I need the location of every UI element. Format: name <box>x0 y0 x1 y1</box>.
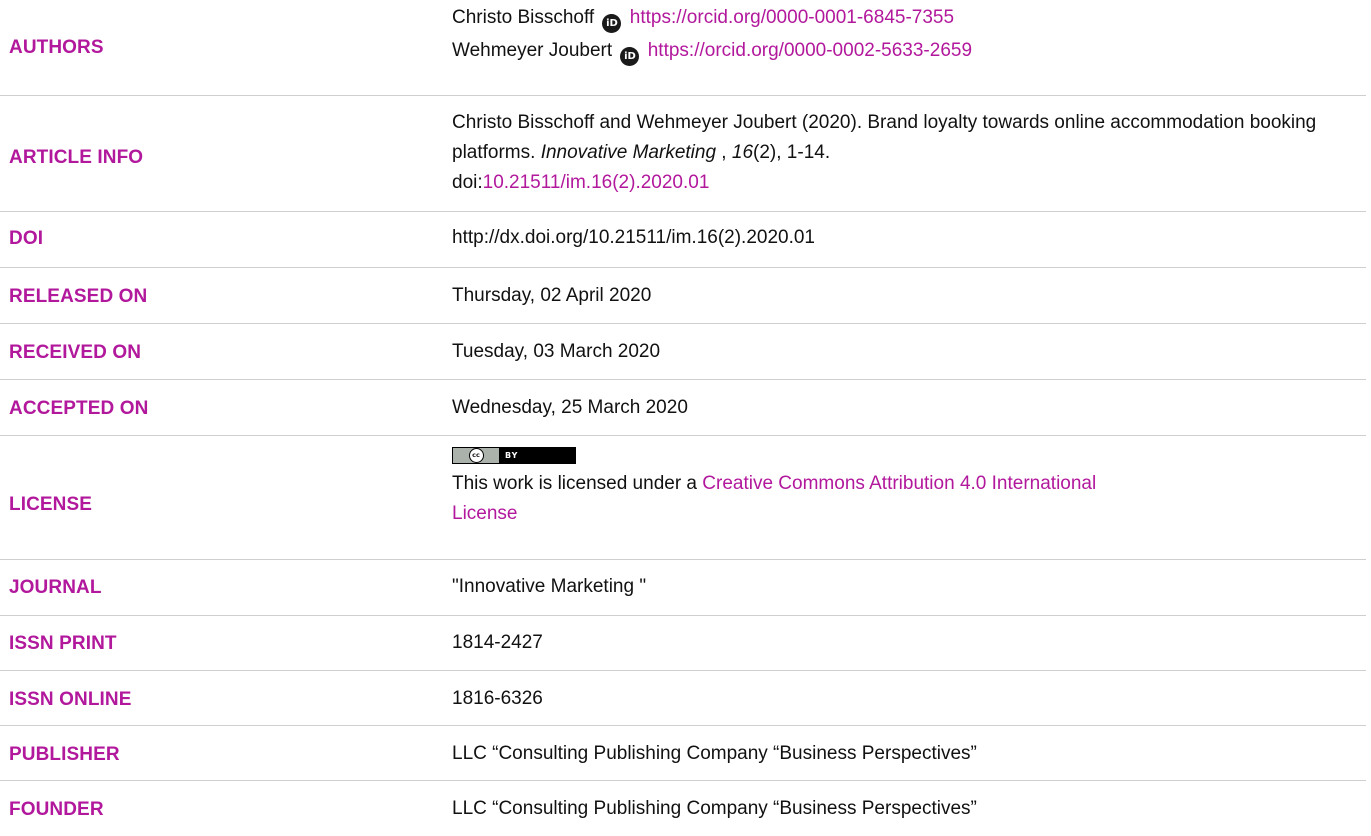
article-info-label: ARTICLE INFO <box>9 147 144 168</box>
issn-online-value: 1816-6326 <box>452 688 543 709</box>
license-content: cc BY This work is licensed under a Crea… <box>452 443 1352 529</box>
founder-value: LLC “Consulting Publishing Company “Busi… <box>452 798 977 819</box>
orcid-link[interactable]: https://orcid.org/0000-0002-5633-2659 <box>648 40 972 61</box>
citation-doi-prefix: doi: <box>452 172 483 193</box>
publisher-row: PUBLISHER LLC “Consulting Publishing Com… <box>0 726 1366 781</box>
article-info-row: ARTICLE INFO Christo Bisschoff and Wehme… <box>0 96 1366 212</box>
citation-volume: 16 <box>731 142 754 163</box>
journal-row: JOURNAL "Innovative Marketing " <box>0 560 1366 616</box>
cc-logo-icon: cc <box>453 448 499 463</box>
released-on-value: Thursday, 02 April 2020 <box>452 285 652 306</box>
issn-print-row: ISSN PRINT 1814-2427 <box>0 616 1366 671</box>
journal-value: "Innovative Marketing " <box>452 576 647 597</box>
citation-issue-pages: (2), 1-14. <box>753 142 831 163</box>
license-link-line1: Creative Commons Attribution 4.0 Interna… <box>702 473 1097 494</box>
accepted-on-row: ACCEPTED ON Wednesday, 25 March 2020 <box>0 380 1366 436</box>
citation-journal: Innovative Marketing <box>540 142 717 163</box>
license-row: LICENSE cc BY This work is licensed unde… <box>0 436 1366 560</box>
doi-label: DOI <box>9 228 44 249</box>
authors-label: AUTHORS <box>9 37 104 58</box>
released-on-label: RELEASED ON <box>9 286 148 307</box>
citation-doi-link[interactable]: 10.21511/im.16(2).2020.01 <box>483 172 710 193</box>
cc-circle-icon: cc <box>468 448 484 463</box>
license-badge-wrap: cc BY <box>452 443 1352 465</box>
orcid-icon: iD <box>620 47 640 66</box>
author-item: Wehmeyer Joubert iD https://orcid.org/00… <box>452 36 972 66</box>
license-label: LICENSE <box>9 494 93 515</box>
authors-row: AUTHORS Christo Bisschoff iD https://orc… <box>0 0 1366 96</box>
publisher-label: PUBLISHER <box>9 744 120 765</box>
founder-row: FOUNDER LLC “Consulting Publishing Compa… <box>0 781 1366 836</box>
author-item: Christo Bisschoff iD https://orcid.org/0… <box>452 3 972 33</box>
article-citation: Christo Bisschoff and Wehmeyer Joubert (… <box>452 108 1352 198</box>
publisher-value: LLC “Consulting Publishing Company “Busi… <box>452 743 977 764</box>
issn-online-label: ISSN ONLINE <box>9 689 132 710</box>
license-text: This work is licensed under a Creative C… <box>452 469 1352 529</box>
issn-online-row: ISSN ONLINE 1816-6326 <box>0 671 1366 726</box>
orcid-link[interactable]: https://orcid.org/0000-0001-6845-7355 <box>630 7 954 28</box>
issn-print-label: ISSN PRINT <box>9 633 117 654</box>
license-text-prefix: This work is licensed under a <box>452 473 703 494</box>
doi-row: DOI http://dx.doi.org/10.21511/im.16(2).… <box>0 212 1366 268</box>
doi-value: http://dx.doi.org/10.21511/im.16(2).2020… <box>452 227 816 248</box>
issn-print-value: 1814-2427 <box>452 632 543 653</box>
accepted-on-label: ACCEPTED ON <box>9 398 149 419</box>
received-on-label: RECEIVED ON <box>9 342 142 363</box>
author-name: Wehmeyer Joubert <box>452 40 613 61</box>
journal-label: JOURNAL <box>9 577 102 598</box>
orcid-icon: iD <box>602 14 622 33</box>
authors-list: Christo Bisschoff iD https://orcid.org/0… <box>452 3 972 66</box>
released-on-row: RELEASED ON Thursday, 02 April 2020 <box>0 268 1366 324</box>
citation-sep: , <box>716 142 732 163</box>
author-name: Christo Bisschoff <box>452 7 595 28</box>
cc-by-license-badge[interactable]: cc BY <box>452 447 576 464</box>
founder-label: FOUNDER <box>9 799 104 820</box>
received-on-value: Tuesday, 03 March 2020 <box>452 341 661 362</box>
accepted-on-value: Wednesday, 25 March 2020 <box>452 397 688 418</box>
license-link-line2: License <box>452 503 518 524</box>
by-icon: BY <box>505 451 519 460</box>
received-on-row: RECEIVED ON Tuesday, 03 March 2020 <box>0 324 1366 380</box>
